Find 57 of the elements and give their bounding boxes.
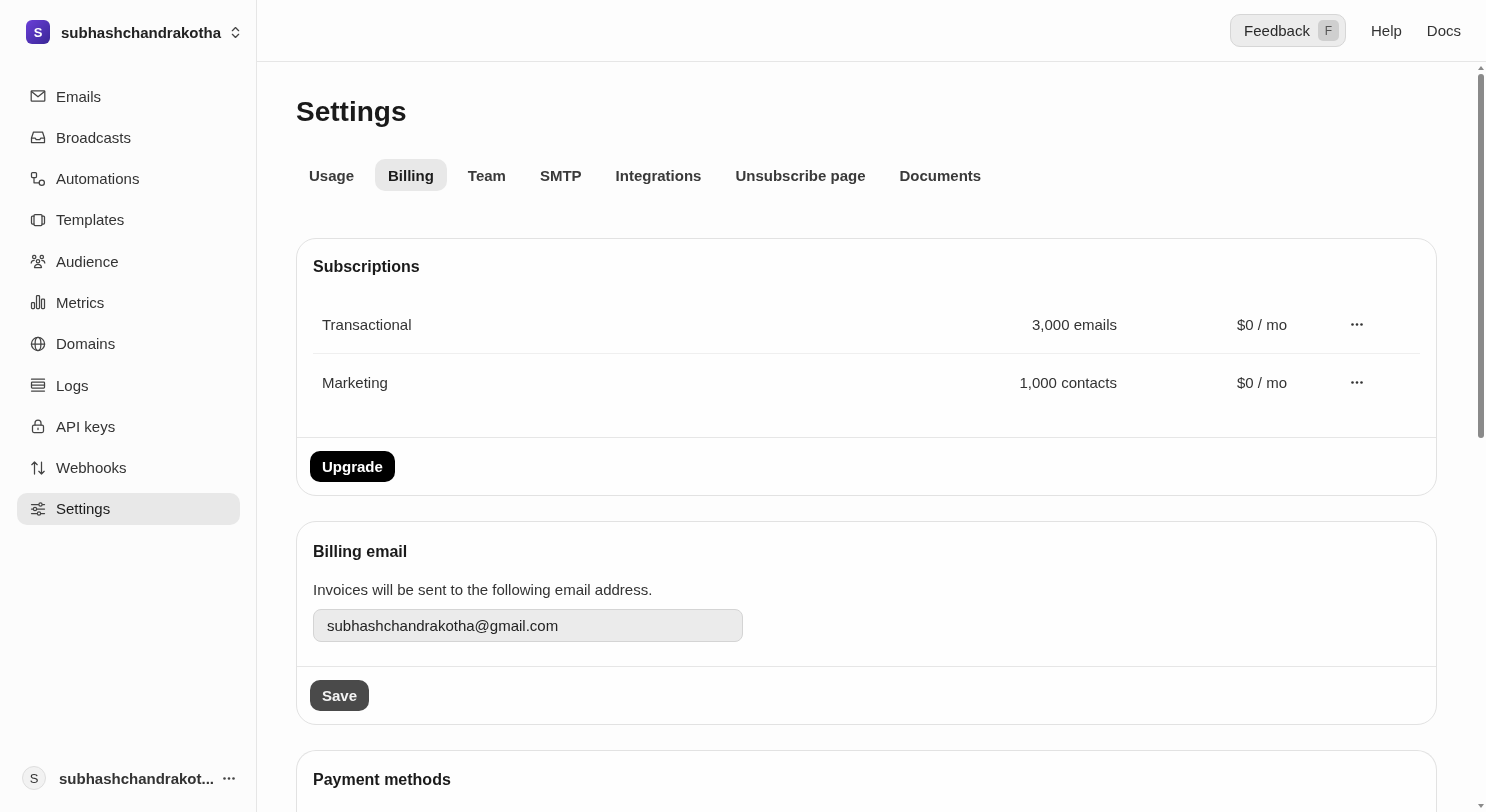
tab[interactable]: Usage [296,159,368,191]
tab[interactable]: Integrations [602,159,715,191]
tab[interactable]: Team [454,159,519,191]
inbox-icon [30,129,46,146]
more-icon[interactable] [1351,323,1363,326]
scrollbar-thumb[interactable] [1478,74,1484,438]
tab[interactable]: SMTP [526,159,595,191]
card-title: Payment methods [313,770,451,790]
globe-icon [30,335,46,352]
sidebar-item[interactable]: Domains [17,327,240,360]
lock-icon [30,418,46,435]
header-link[interactable]: Docs [1426,22,1461,39]
plan-name: Transactional [321,316,412,333]
card-title: Subscriptions [313,257,420,277]
upgrade-button[interactable]: Upgrade [310,451,395,482]
sidebar-item[interactable]: Logs [17,369,240,402]
header-link[interactable]: Help [1370,22,1402,39]
sidebar-item[interactable]: Audience [17,245,240,278]
scroll-down-icon[interactable] [1478,804,1484,808]
tab[interactable]: Billing [375,159,447,191]
plan-quota: 1,000 contacts [1019,374,1117,391]
feedback-button[interactable]: Feedback F [1230,14,1346,47]
arrows-up-down-icon [30,459,46,476]
sidebar-item[interactable]: Emails [17,80,240,112]
scroll-up-icon[interactable] [1478,66,1484,70]
tab[interactable]: Unsubscribe page [722,159,879,191]
plan-name: Marketing [321,374,388,391]
shortcut-key: F [1317,20,1339,41]
user-avatar: S [22,766,46,790]
plan-price: $0 / mo [1236,316,1287,333]
more-icon[interactable] [1351,381,1363,384]
billing-email-field[interactable]: subhashchandrakotha@gmail.com [313,609,743,642]
cards-icon [30,211,46,228]
bar-chart-icon [30,294,46,311]
stack-icon [30,377,46,394]
card-title: Billing email [313,542,408,562]
chevron-up-down-icon[interactable] [231,25,241,39]
card-description: Invoices will be sent to the following email address. [313,580,653,600]
nodes-icon [30,170,46,187]
plan-quota: 3,000 emails [1031,316,1117,333]
workspace-name[interactable]: subhashchandrakotha [61,23,222,41]
workspace-logo: S [26,20,50,44]
sliders-icon [30,500,46,517]
sidebar-item[interactable]: Settings [17,492,240,525]
mail-icon [30,88,46,104]
sidebar-item[interactable]: API keys [17,410,240,443]
sidebar-item[interactable]: Metrics [17,286,240,319]
tab[interactable]: Documents [886,159,995,191]
user-name[interactable]: subhashchandrakot... [59,769,215,787]
page-title: Settings [296,95,407,129]
people-icon [30,253,46,270]
sidebar-item[interactable]: Automations [17,162,240,195]
sidebar-item[interactable]: Broadcasts [17,121,240,154]
sidebar-item[interactable]: Templates [17,203,240,236]
plan-price: $0 / mo [1236,374,1287,391]
sidebar-item[interactable]: Webhooks [17,451,240,484]
more-icon[interactable] [223,776,236,780]
